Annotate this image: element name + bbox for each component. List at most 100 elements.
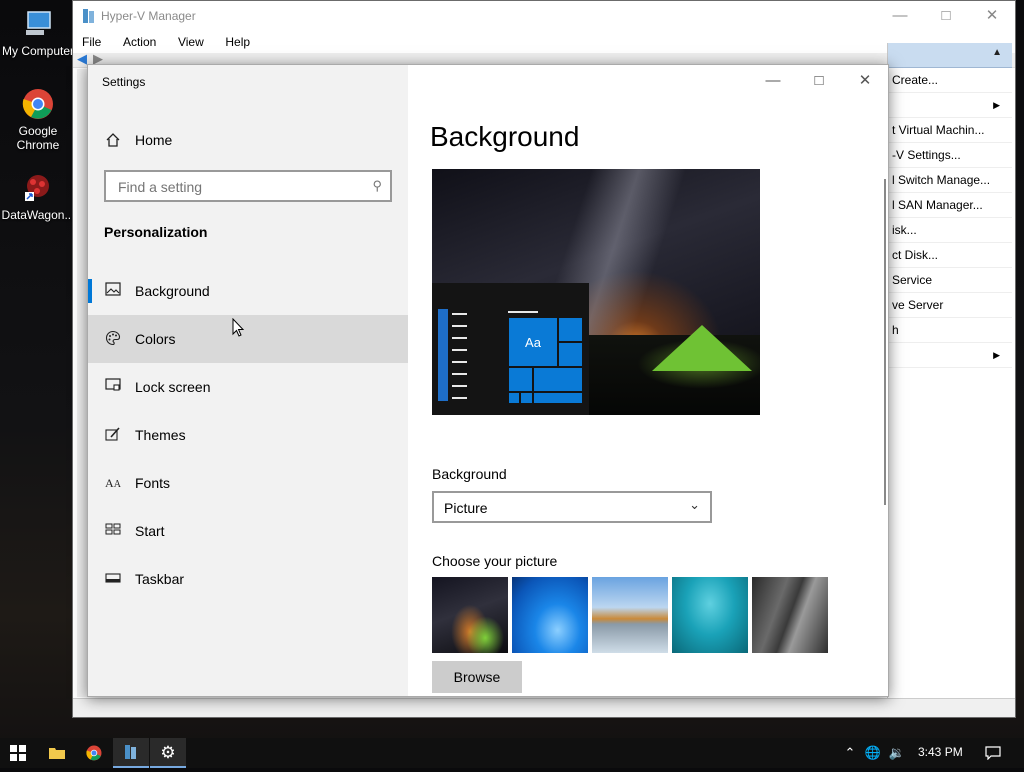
nav-item-fonts[interactable]: AA Fonts — [88, 459, 408, 507]
preview-tile — [558, 317, 583, 342]
nav-item-label: Background — [135, 283, 210, 299]
menu-view[interactable]: View — [169, 31, 213, 53]
nav-item-label: Themes — [135, 427, 186, 443]
taskbar-clock[interactable]: 3:43 PM — [918, 745, 963, 759]
background-preview: Aa — [432, 169, 760, 415]
start-button[interactable] — [0, 738, 36, 768]
picture-thumbnail-rock-cliff[interactable] — [752, 577, 828, 653]
preview-start-menu: Aa — [432, 283, 589, 415]
taskbar-hyperv-manager[interactable] — [113, 738, 149, 768]
preview-tile — [508, 392, 520, 404]
action-item[interactable]: l Switch Manage... — [888, 168, 1012, 193]
action-item[interactable]: ct Disk... — [888, 243, 1012, 268]
chrome-icon — [86, 745, 102, 761]
hyperv-app-icon — [83, 9, 94, 23]
mouse-cursor-icon — [232, 318, 245, 337]
nav-item-label: Fonts — [135, 475, 171, 491]
find-setting-search-box[interactable]: ⚲ — [104, 170, 392, 202]
action-item[interactable]: -V Settings... — [888, 143, 1012, 168]
chevron-down-icon: ⌄ — [689, 497, 700, 512]
action-item[interactable]: l SAN Manager... — [888, 193, 1012, 218]
show-hidden-icons-button[interactable]: ⌃ — [840, 738, 860, 768]
picture-thumbnail-night-tent[interactable] — [432, 577, 508, 653]
desktop-icon-label: DataWagon... — [1, 208, 75, 222]
preview-tile-aa: Aa — [508, 317, 558, 367]
picture-thumbnail-windows-blue[interactable] — [512, 577, 588, 653]
browse-button[interactable]: Browse — [432, 661, 522, 693]
settings-close-button[interactable]: ✕ — [842, 65, 888, 97]
search-input[interactable] — [116, 178, 360, 196]
settings-app-title: Settings — [102, 75, 146, 89]
fonts-icon: AA — [105, 476, 121, 490]
nav-home[interactable]: Home — [88, 129, 408, 153]
menu-action[interactable]: Action — [114, 31, 165, 53]
action-center-button[interactable] — [978, 738, 1008, 768]
folder-icon — [49, 748, 65, 759]
settings-maximize-button[interactable]: □ — [796, 65, 842, 97]
themes-brush-icon — [104, 426, 122, 444]
hyperv-title: Hyper-V Manager — [101, 9, 196, 23]
nav-item-taskbar[interactable]: Taskbar — [88, 555, 408, 603]
hyperv-menu-bar: File Action View Help — [73, 31, 1015, 53]
background-type-label: Background — [432, 466, 507, 482]
nav-item-colors[interactable]: Colors — [88, 315, 408, 363]
nav-item-themes[interactable]: Themes — [88, 411, 408, 459]
action-item[interactable]: ve Server — [888, 293, 1012, 318]
hyperv-close-button[interactable]: ✕ — [969, 1, 1015, 31]
choose-picture-label: Choose your picture — [432, 553, 558, 569]
nav-item-label: Taskbar — [135, 571, 185, 587]
lock-screen-icon — [104, 378, 122, 396]
hyperv-maximize-button[interactable]: □ — [923, 1, 969, 31]
picture-thumbnail-underwater[interactable] — [672, 577, 748, 653]
desktop-icon-datawagon[interactable]: DataWagon... — [0, 172, 76, 222]
hyperv-minimize-button[interactable]: — — [877, 1, 923, 31]
settings-content-pane: — □ ✕ Background Aa Background Picture ⌄… — [408, 65, 888, 696]
action-item-submenu[interactable]: ▶ — [888, 93, 1012, 118]
settings-minimize-button[interactable]: — — [750, 65, 796, 97]
background-type-dropdown[interactable]: Picture ⌄ — [432, 491, 712, 523]
gear-icon: ⚙ — [160, 743, 176, 762]
content-scrollbar[interactable] — [884, 179, 886, 505]
collapse-up-icon[interactable]: ▲ — [992, 47, 1002, 58]
action-item[interactable]: t Virtual Machin... — [888, 118, 1012, 143]
action-item[interactable]: isk... — [888, 218, 1012, 243]
volume-icon[interactable]: 🔉 — [886, 738, 908, 768]
hyperv-actions-pane: ▲ Create... ▶ t Virtual Machin... -V Set… — [887, 43, 1012, 717]
preview-menu-line — [452, 361, 467, 363]
network-icon[interactable]: 🌐 — [862, 738, 884, 768]
submenu-arrow-icon: ▶ — [993, 350, 1000, 360]
preview-tile — [558, 342, 583, 367]
nav-item-lock-screen[interactable]: Lock screen — [88, 363, 408, 411]
back-arrow-icon[interactable]: ◀ — [77, 51, 87, 67]
chrome-icon — [22, 89, 53, 119]
taskbar-settings[interactable]: ⚙ — [150, 738, 186, 768]
windows-logo-icon — [10, 745, 26, 761]
action-item[interactable]: h — [888, 318, 1012, 343]
desktop-icon-chrome[interactable]: Google Chrome — [0, 88, 76, 152]
search-icon[interactable]: ⚲ — [372, 178, 382, 194]
home-icon — [104, 132, 122, 150]
preview-menu-line — [452, 397, 467, 399]
menu-file[interactable]: File — [73, 31, 110, 53]
nav-item-background[interactable]: Background — [88, 267, 408, 315]
notification-icon — [985, 746, 1001, 761]
taskbar-chrome[interactable] — [76, 738, 112, 768]
picture-thumbnail-beach-rocks[interactable] — [592, 577, 668, 653]
picture-icon — [104, 282, 122, 300]
desktop-icon-my-computer[interactable]: My Computer — [0, 8, 76, 58]
nav-item-start[interactable]: Start — [88, 507, 408, 555]
action-item[interactable]: Create... — [888, 68, 1012, 93]
action-item[interactable]: Service — [888, 268, 1012, 293]
preview-menu-line — [452, 349, 467, 351]
action-item-submenu[interactable]: ▶ — [888, 343, 1012, 368]
taskbar-icon — [104, 570, 122, 588]
desktop-icon-label: My Computer — [1, 44, 75, 58]
datawagon-icon — [25, 175, 49, 201]
actions-pane-header[interactable]: ▲ — [888, 43, 1012, 68]
menu-help[interactable]: Help — [216, 31, 259, 53]
taskbar-file-explorer[interactable] — [39, 738, 75, 768]
preview-tile-header — [508, 311, 538, 313]
hyperv-title-bar[interactable]: Hyper-V Manager — □ ✕ — [73, 1, 1015, 31]
preview-tile — [533, 392, 583, 404]
section-title: Personalization — [104, 224, 208, 240]
